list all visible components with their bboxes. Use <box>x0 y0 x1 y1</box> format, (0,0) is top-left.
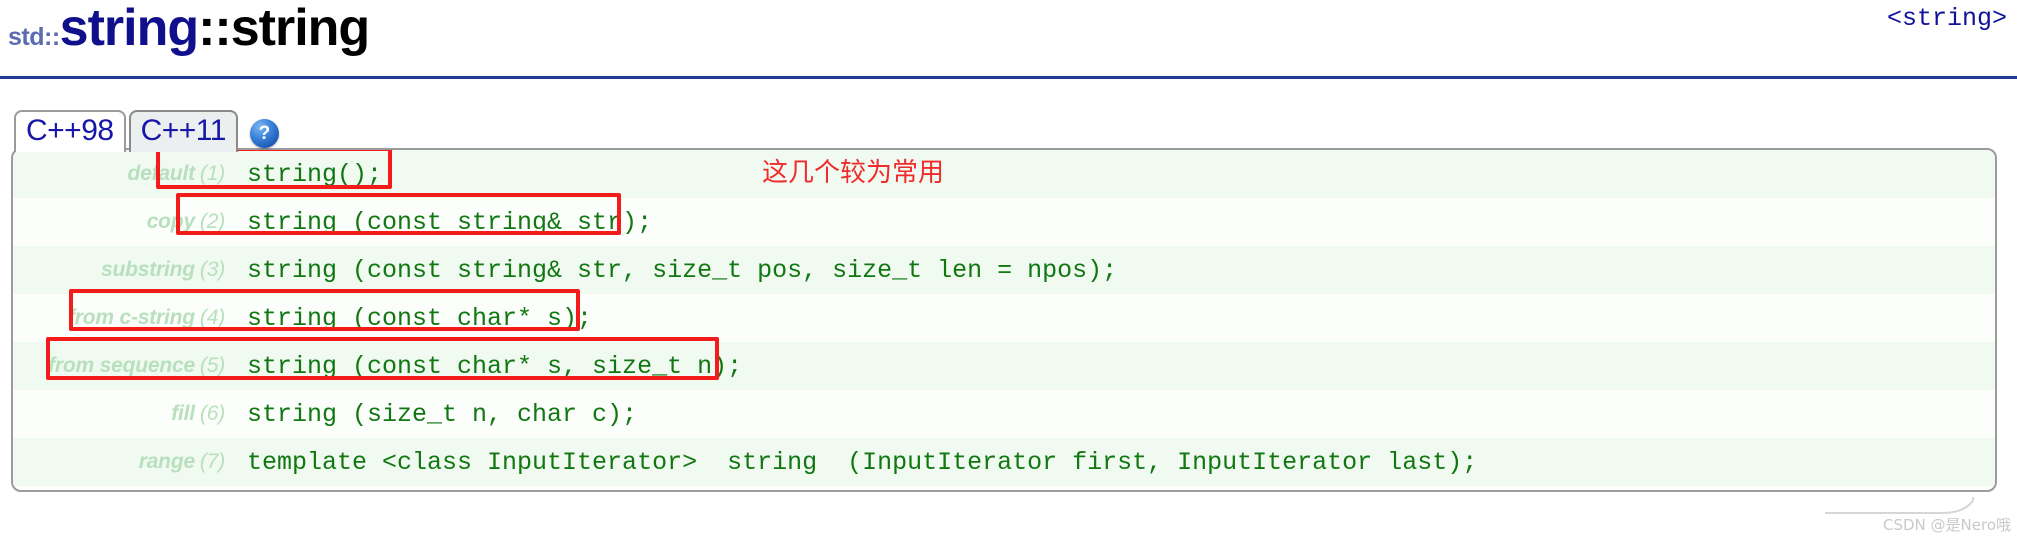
signature-label: copy (2) <box>13 210 225 234</box>
signature-label: substring (3) <box>13 258 225 282</box>
signature-label: fill (6) <box>13 402 225 426</box>
signature-label-text: default <box>127 162 195 185</box>
signature-row: default (1) string(); <box>13 150 1995 198</box>
signature-label-text: from sequence <box>48 354 195 377</box>
signature-label: from c-string (4) <box>13 306 225 330</box>
constructor-signature-panel: default (1) string(); copy (2) string (con… <box>11 148 1997 492</box>
signature-code: string (const string& str); <box>247 207 653 237</box>
signature-code: string(); <box>247 159 383 189</box>
title-divider <box>0 76 2017 79</box>
signature-code: string (const char* s); <box>247 303 593 333</box>
signature-label-text: range <box>138 450 195 473</box>
signature-row: copy (2) string (const string& str); <box>13 198 1995 246</box>
signature-label-text: from c-string <box>68 306 195 329</box>
signature-label-text: fill <box>171 402 195 425</box>
signature-row: substring (3) string (const string& str, … <box>13 246 1995 294</box>
signature-label: range (7) <box>13 450 225 474</box>
page-header: std::string::string <string> <box>0 0 2017 79</box>
signature-row: from c-string (4) string (const char* s); <box>13 294 1995 342</box>
chinese-annotation: 这几个较为常用 <box>762 158 945 188</box>
signature-number: (6) <box>199 402 225 425</box>
help-icon[interactable]: ? <box>249 119 279 148</box>
title-separator: :: <box>198 0 232 57</box>
signature-number: (1) <box>199 162 225 185</box>
signature-code: string (const char* s, size_t n); <box>247 351 743 381</box>
signature-number: (2) <box>199 210 225 233</box>
title-namespace: std:: <box>8 23 60 51</box>
standard-version-tabs: C++98 C++11 ? <box>14 109 279 152</box>
signature-label: from sequence (5) <box>13 354 225 378</box>
title-function: string <box>230 0 370 57</box>
tab-cpp98[interactable]: C++98 <box>14 109 126 152</box>
header-file-label: <string> <box>1886 4 2007 33</box>
title-class: string <box>59 0 199 57</box>
signature-label: default (1) <box>13 162 225 186</box>
signature-code: string (const string& str, size_t pos, s… <box>247 255 1118 285</box>
signature-list: default (1) string(); copy (2) string (con… <box>13 150 1995 486</box>
signature-label-text: substring <box>101 258 195 281</box>
signature-number: (4) <box>199 306 225 329</box>
signature-number: (5) <box>199 354 225 377</box>
signature-row: range (7) template <class InputIterator> … <box>13 438 1995 486</box>
page-title: std::string::string <box>8 0 370 57</box>
tab-cpp11[interactable]: C++11 <box>128 109 238 152</box>
signature-row: fill (6) string (size_t n, char c); <box>13 390 1995 438</box>
signature-number: (7) <box>199 450 225 473</box>
signature-code: template <class InputIterator> string (I… <box>247 447 1478 477</box>
signature-label-text: copy <box>146 210 195 233</box>
signature-code: string (size_t n, char c); <box>247 399 638 429</box>
watermark-text: CSDN @是Nero哦 <box>1883 516 2011 534</box>
signature-row: from sequence (5) string (const char* s, … <box>13 342 1995 390</box>
signature-number: (3) <box>199 258 225 281</box>
